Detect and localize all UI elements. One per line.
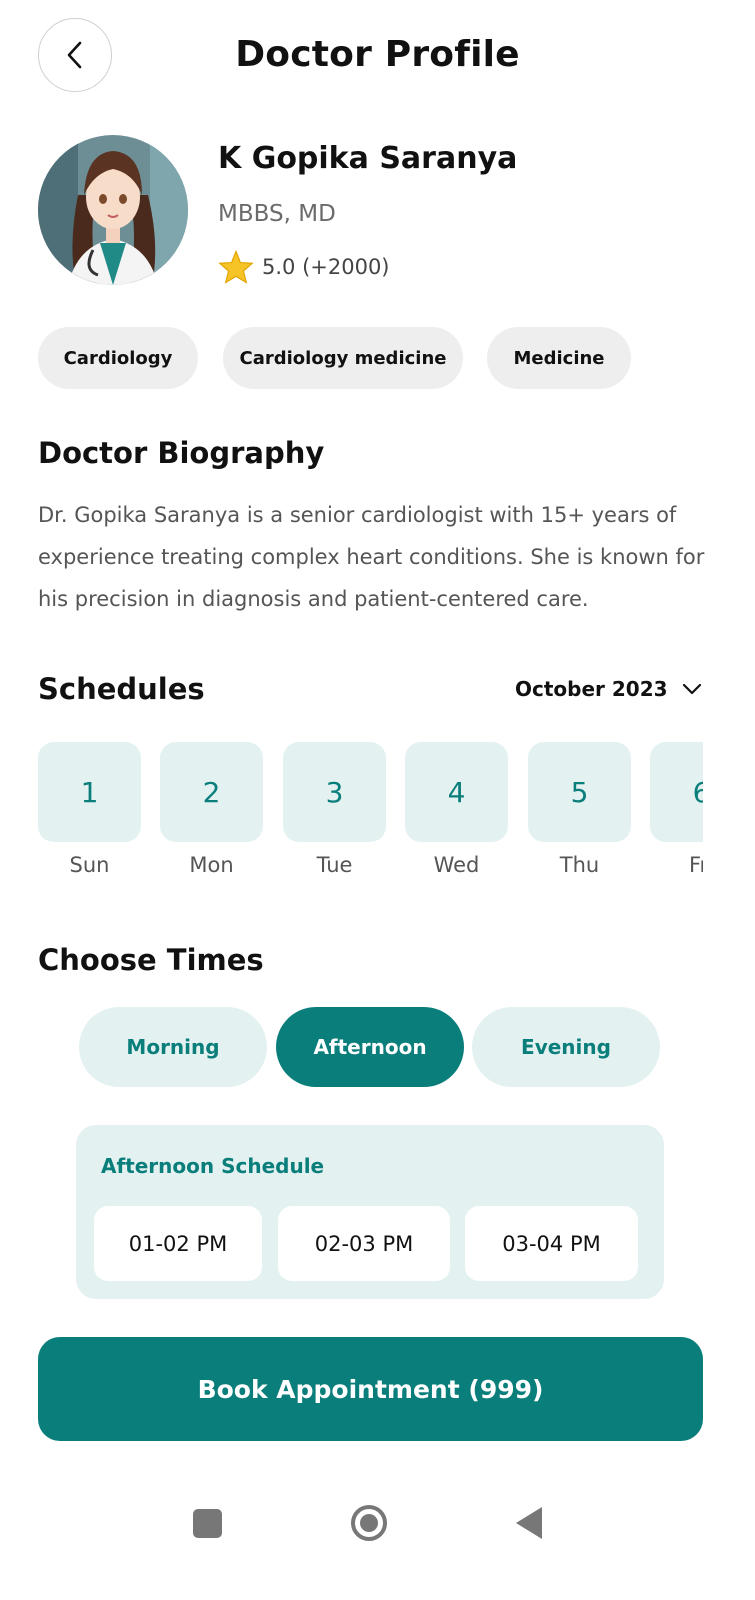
period-morning-button[interactable]: Morning [79,1007,267,1087]
doctor-degree: MBBS, MD [218,201,336,227]
weekday-label: Fri [688,853,703,877]
time-slot[interactable]: 02-03 PM [278,1206,450,1281]
biography-title: Doctor Biography [38,436,325,470]
month-dropdown[interactable]: October 2023 [515,677,702,701]
schedules-title: Schedules [38,672,205,706]
date-card[interactable]: 6 [650,742,703,842]
doctor-name: K Gopika Saranya [218,141,518,176]
weekday-label: Thu [559,853,600,877]
tag-chip[interactable]: Cardiology medicine [223,327,463,389]
recents-icon[interactable] [193,1509,222,1538]
date-card[interactable]: 3 [283,742,386,842]
tag-chip[interactable]: Cardiology [38,327,198,389]
time-slot[interactable]: 03-04 PM [465,1206,638,1281]
date-card[interactable]: 1 [38,742,141,842]
date-card[interactable]: 5 [528,742,631,842]
period-evening-button[interactable]: Evening [472,1007,660,1087]
star-icon [218,250,254,284]
time-slot[interactable]: 01-02 PM [94,1206,262,1281]
doctor-avatar [38,135,188,285]
period-afternoon-button[interactable]: Afternoon [276,1007,464,1087]
rating-text: 5.0 (+2000) [262,255,390,279]
weekday-label: Sun [69,853,110,877]
month-label: October 2023 [515,677,668,701]
home-icon[interactable] [350,1504,388,1542]
afternoon-schedule-panel: Afternoon Schedule 01-02 PM 02-03 PM 03-… [76,1125,664,1299]
biography-text: Dr. Gopika Saranya is a senior cardiolog… [38,503,705,611]
choose-times-title: Choose Times [38,943,264,977]
weekday-label: Wed [433,853,480,877]
rating: 5.0 (+2000) [218,250,390,284]
date-card[interactable]: 2 [160,742,263,842]
system-nav-bar [0,1480,755,1600]
date-strip[interactable]: 1 Sun 2 Mon 3 Tue 4 Wed 5 Thu 6 Fri [38,742,703,892]
schedule-panel-title: Afternoon Schedule [101,1154,325,1178]
page-title: Doctor Profile [235,34,520,75]
book-appointment-button[interactable]: Book Appointment (999) [38,1337,703,1441]
tag-chip[interactable]: Medicine [487,327,631,389]
chevron-down-icon [682,683,701,695]
weekday-label: Mon [189,853,234,877]
weekday-label: Tue [316,853,353,877]
back-icon[interactable] [514,1505,544,1541]
date-card[interactable]: 4 [405,742,508,842]
